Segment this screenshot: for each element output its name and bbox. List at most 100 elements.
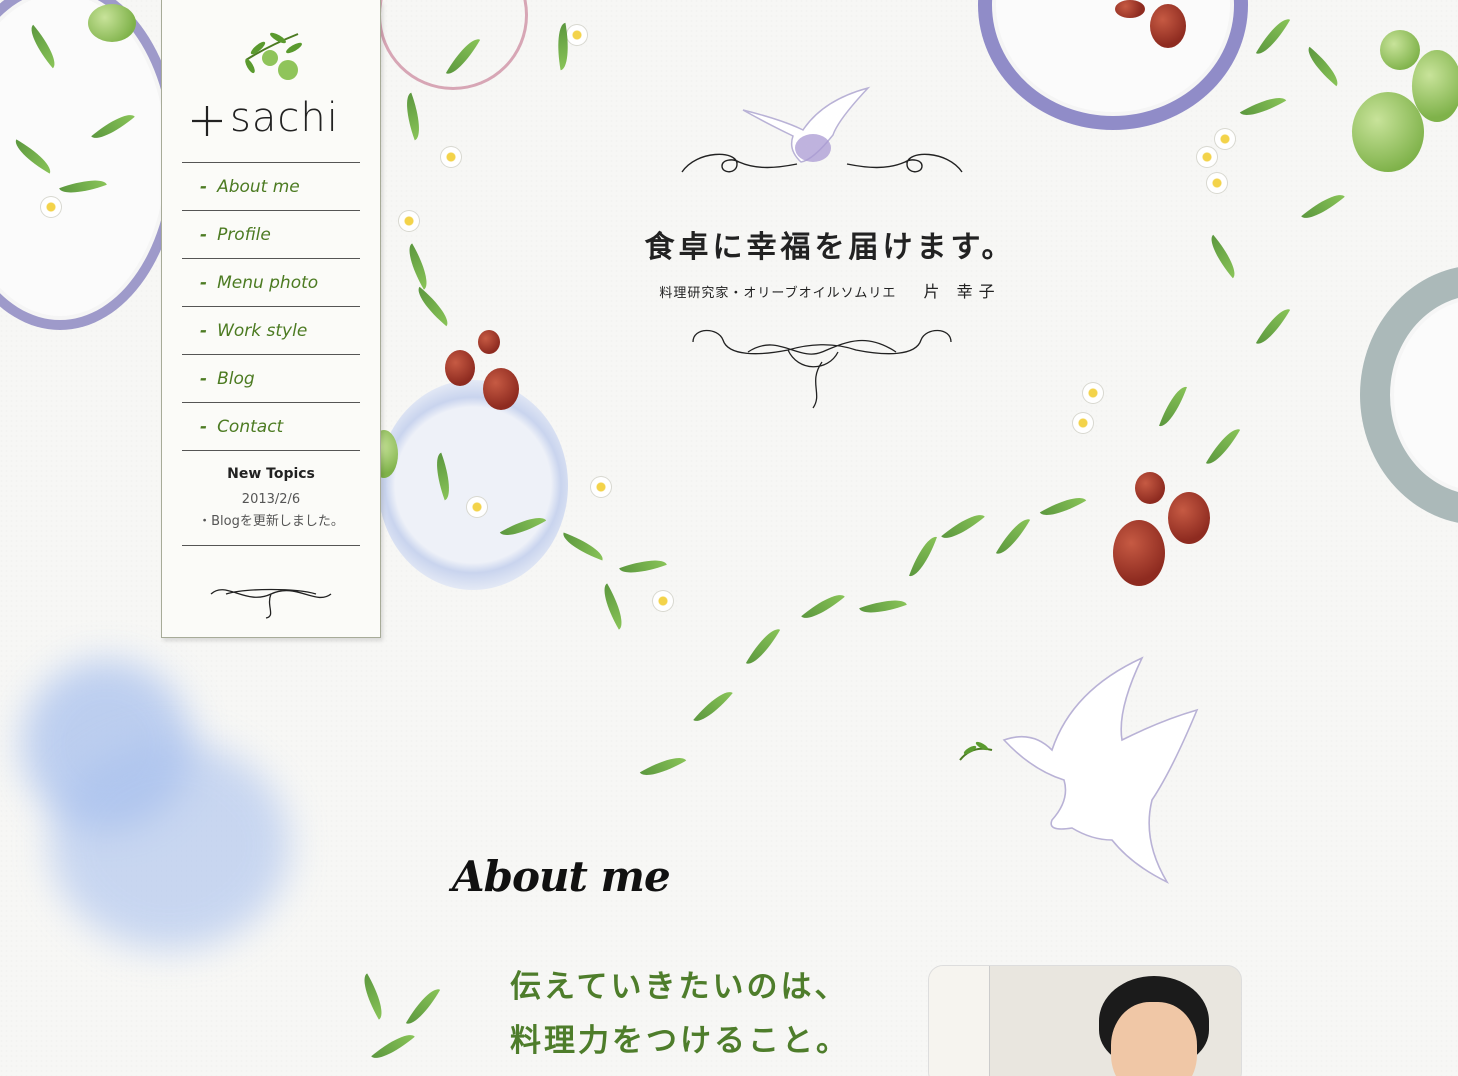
- nav-item-contact[interactable]: - Contact: [182, 402, 360, 451]
- topic-date: 2013/2/6: [241, 492, 301, 507]
- nav-dash: -: [200, 224, 208, 245]
- blossom-decoration: [398, 210, 420, 232]
- flourish-ornament-icon: [681, 153, 963, 173]
- berry-decoration: [483, 368, 519, 410]
- olive-decoration: [1412, 50, 1458, 122]
- blossom-decoration: [590, 476, 612, 498]
- dove-with-olive-branch-icon: [959, 656, 1199, 884]
- nav-dash: -: [200, 416, 208, 437]
- leaf-decoration: [595, 583, 631, 630]
- nav-item-menu-photo[interactable]: - Menu photo: [182, 258, 360, 306]
- leaf-decoration: [1301, 186, 1345, 227]
- hero-title: 食卓に幸福を届けます。: [644, 230, 1016, 265]
- leaf-decoration: [400, 243, 436, 290]
- cross-sparkle-icon: [192, 106, 222, 136]
- main-nav: - About me - Profile - Menu photo - Work sty…: [162, 162, 380, 451]
- leaf-decoration: [639, 749, 687, 784]
- blue-blob-decoration: [50, 740, 290, 950]
- berry-decoration: [1115, 0, 1145, 18]
- profile-photo: [929, 966, 1241, 1076]
- photo-background: [929, 966, 990, 1076]
- leaf-decoration: [995, 513, 1031, 560]
- leaf-decoration: [745, 623, 781, 670]
- nav-dash: -: [200, 176, 208, 197]
- about-lead-line: 料理力をつけること。: [510, 1023, 850, 1059]
- plate-decoration: [978, 0, 1248, 130]
- leaf-decoration: [399, 92, 427, 141]
- nav-item-about-me[interactable]: - About me: [182, 162, 360, 210]
- leaf-decoration: [1255, 13, 1291, 60]
- logo-text: sachi: [230, 95, 339, 141]
- nav-item-profile[interactable]: - Profile: [182, 210, 360, 258]
- leaf-decoration: [1159, 382, 1187, 431]
- logo[interactable]: sachi: [162, 0, 380, 162]
- flourish-ornament-icon: [692, 329, 952, 409]
- olive-decoration: [1380, 30, 1420, 70]
- nav-item-label: Blog: [217, 368, 255, 389]
- nav-item-label: Contact: [217, 416, 284, 437]
- leaf-decoration: [1239, 89, 1287, 124]
- leaf-decoration: [1255, 303, 1291, 350]
- plate-decoration: [378, 0, 528, 90]
- photo-face: [1111, 1002, 1197, 1076]
- leaf-decoration: [1039, 489, 1087, 524]
- plate-decoration: [1360, 265, 1458, 525]
- berry-decoration: [1135, 472, 1165, 504]
- nav-dash: -: [200, 368, 208, 389]
- leaf-decoration: [1203, 234, 1243, 279]
- about-heading: About me: [452, 852, 671, 901]
- divider: [182, 545, 360, 546]
- sidebar-nav: sachi - About me - Profile - Menu photo - Wo…: [161, 0, 381, 638]
- blossom-decoration: [566, 24, 588, 46]
- leaf-decoration: [559, 532, 607, 561]
- new-topics: New Topics 2013/2/6 ・Blogを更新しました。: [162, 451, 380, 529]
- leaf-decoration: [405, 983, 441, 1030]
- leaf-decoration: [801, 586, 845, 627]
- olive-branch-icon: [245, 32, 302, 80]
- leaf-decoration: [1301, 46, 1345, 87]
- page: sachi - About me - Profile - Menu photo - Wo…: [0, 0, 1458, 1076]
- nav-item-label: Menu photo: [217, 272, 319, 293]
- blossom-decoration: [1214, 128, 1236, 150]
- leaf-decoration: [411, 286, 455, 327]
- blossom-decoration: [1206, 172, 1228, 194]
- nav-item-blog[interactable]: - Blog: [182, 354, 360, 402]
- nav-item-label: About me: [217, 176, 300, 197]
- blossom-decoration: [1072, 412, 1094, 434]
- blossom-decoration: [466, 496, 488, 518]
- nav-item-label: Work style: [217, 320, 308, 341]
- berry-decoration: [1113, 520, 1165, 586]
- plate-decoration: [378, 380, 568, 590]
- hero-role: 料理研究家・オリーブオイルソムリエ: [659, 286, 897, 301]
- berry-decoration: [478, 330, 500, 354]
- hero-name: 片 幸子: [923, 282, 1001, 301]
- blossom-decoration: [652, 590, 674, 612]
- new-topics-title: New Topics: [227, 466, 315, 482]
- blossom-decoration: [40, 196, 62, 218]
- leaf-decoration: [1205, 423, 1241, 470]
- leaf-decoration: [355, 973, 391, 1020]
- hero-subtitle: 料理研究家・オリーブオイルソムリエ 片 幸子: [600, 278, 1060, 302]
- nav-item-work-style[interactable]: - Work style: [182, 306, 360, 354]
- leaf-decoration: [859, 592, 907, 621]
- olive-decoration: [1352, 92, 1424, 172]
- berry-decoration: [1150, 4, 1186, 48]
- leaf-decoration: [909, 532, 937, 581]
- about-lead-line: 伝えていきたいのは、: [510, 969, 849, 1005]
- leaf-decoration: [371, 1026, 415, 1067]
- plate-decoration: [0, 0, 180, 330]
- olive-decoration: [88, 4, 136, 42]
- flourish-ornament-icon: [210, 588, 332, 619]
- nav-item-label: Profile: [217, 224, 271, 245]
- leaf-decoration: [619, 552, 667, 581]
- blossom-decoration: [440, 146, 462, 168]
- blossom-decoration: [1082, 382, 1104, 404]
- nav-dash: -: [200, 272, 208, 293]
- topic-link[interactable]: ・Blogを更新しました。: [162, 510, 380, 529]
- berry-decoration: [445, 350, 475, 386]
- leaf-decoration: [693, 684, 733, 729]
- about-lead: 伝えていきたいのは、 料理力をつけること。: [510, 960, 850, 1068]
- leaf-decoration: [941, 506, 985, 547]
- nav-dash: -: [200, 320, 208, 341]
- berry-decoration: [1168, 492, 1210, 544]
